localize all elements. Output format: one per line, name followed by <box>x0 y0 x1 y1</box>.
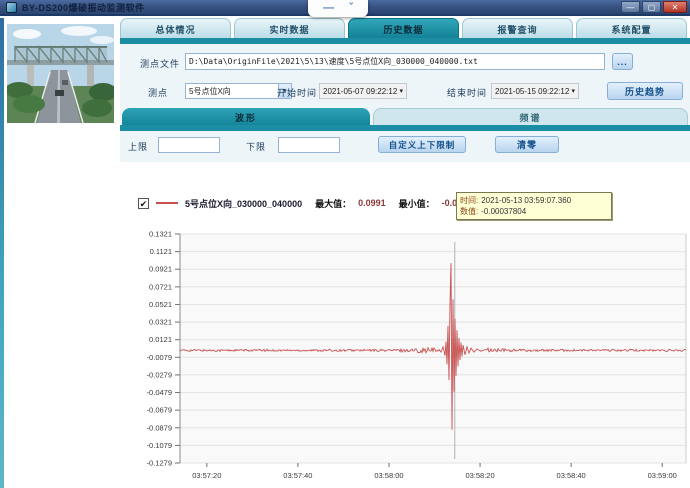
lower-limit-input[interactable] <box>278 137 340 153</box>
lower-limit-label: 下限 <box>246 140 266 153</box>
browse-button[interactable]: ... <box>612 53 633 70</box>
series-checkbox[interactable]: ✔ <box>138 198 149 209</box>
svg-text:03:58:40: 03:58:40 <box>557 471 586 480</box>
tab-system-config[interactable]: 系统配置 <box>576 18 687 39</box>
end-time-arrow-icon[interactable]: ▾ <box>571 87 575 95</box>
svg-text:-0.0479: -0.0479 <box>147 388 172 397</box>
history-data-panel: 测点文件 D:\Data\OriginFile\2021\5\13\速度\5号点… <box>120 44 690 488</box>
background-window-edge <box>0 18 4 488</box>
svg-text:03:58:20: 03:58:20 <box>465 471 494 480</box>
series-legend: ✔ 5号点位X向_030000_040000 最大值： 0.0991 最小值： … <box>138 194 472 212</box>
overlay-toolbar: — ˇ <box>308 0 368 17</box>
history-trend-button[interactable]: 历史趋势 <box>607 82 683 100</box>
upper-limit-label: 上限 <box>128 140 148 153</box>
subtab-waveform[interactable]: 波形 <box>122 108 370 126</box>
file-label: 测点文件 <box>140 57 180 70</box>
point-select-value: 5号点位X向 <box>189 86 231 97</box>
tooltip-value-label: 数值: <box>460 206 478 217</box>
svg-text:-0.0079: -0.0079 <box>147 353 172 362</box>
subtab-spectrum[interactable]: 频谱 <box>373 108 688 126</box>
svg-text:-0.0679: -0.0679 <box>147 406 172 415</box>
max-label: 最大值： <box>315 197 351 210</box>
start-time-picker[interactable]: 2021-05-07 09:22:12 ▾ <box>319 83 407 99</box>
svg-text:03:59:00: 03:59:00 <box>648 471 677 480</box>
svg-text:03:58:00: 03:58:00 <box>374 471 403 480</box>
end-time-picker[interactable]: 2021-05-15 09:22:12 ▾ <box>491 83 579 99</box>
waveform-chart[interactable]: 0.1321 0.1121 0.0921 0.0721 0.0521 0.0321 0.01… <box>120 230 690 486</box>
cursor-tooltip: 时间: 2021-05-13 03:59:07.360 数值: -0.00037… <box>456 192 612 220</box>
start-time-label: 开始时间 <box>277 86 317 99</box>
svg-text:0.0921: 0.0921 <box>149 265 172 274</box>
svg-text:0.1121: 0.1121 <box>150 247 172 256</box>
max-value: 0.0991 <box>358 198 386 208</box>
tab-history-data[interactable]: 历史数据 <box>348 18 459 39</box>
svg-text:0.1321: 0.1321 <box>149 230 172 239</box>
series-name: 5号点位X向_030000_040000 <box>185 197 302 210</box>
app-icon <box>6 2 17 13</box>
upper-limit-input[interactable] <box>158 137 220 153</box>
custom-limits-button[interactable]: 自定义上下限制 <box>378 136 466 153</box>
svg-text:-0.1079: -0.1079 <box>147 441 172 450</box>
subtab-accent-strip <box>120 125 690 131</box>
svg-text:0.0121: 0.0121 <box>149 335 172 344</box>
start-time-value: 2021-05-07 09:22:12 <box>323 87 397 96</box>
svg-text:03:57:40: 03:57:40 <box>283 471 312 480</box>
window-title: BY-DS200爆破振动监测软件 <box>22 1 145 14</box>
close-button[interactable]: ✕ <box>663 1 687 13</box>
bridge-photo <box>7 24 114 123</box>
point-select[interactable]: 5号点位X向 ▾ <box>185 83 292 99</box>
end-time-label: 结束时间 <box>447 86 487 99</box>
svg-text:-0.1279: -0.1279 <box>147 459 172 468</box>
chevron-down-icon[interactable]: ˇ <box>349 1 353 16</box>
end-time-value: 2021-05-15 09:22:12 <box>495 87 569 96</box>
svg-text:0.0721: 0.0721 <box>149 282 172 291</box>
svg-text:0.0321: 0.0321 <box>149 318 172 327</box>
svg-text:-0.0279: -0.0279 <box>147 370 172 379</box>
overlay-minimize-icon[interactable]: — <box>323 1 334 16</box>
main-tab-bar: 总体情况 实时数据 历史数据 报警查询 系统配置 <box>120 18 690 39</box>
min-label: 最小值： <box>399 197 435 210</box>
svg-text:03:57:20: 03:57:20 <box>192 471 221 480</box>
point-label: 测点 <box>148 86 168 99</box>
window-controls: — ▢ ✕ <box>621 1 687 13</box>
tooltip-value-value: -0.00037804 <box>481 206 526 217</box>
svg-text:-0.0879: -0.0879 <box>147 423 172 432</box>
tab-alarm-query[interactable]: 报警查询 <box>462 18 573 39</box>
tab-overall[interactable]: 总体情况 <box>120 18 231 39</box>
maximize-button[interactable]: ▢ <box>642 1 661 13</box>
file-path-input[interactable]: D:\Data\OriginFile\2021\5\13\速度\5号点位X向_0… <box>185 53 605 70</box>
tab-realtime-data[interactable]: 实时数据 <box>234 18 345 39</box>
series-color-dash <box>156 202 178 204</box>
tooltip-time-label: 时间: <box>460 195 478 206</box>
minimize-button[interactable]: — <box>621 1 640 13</box>
tooltip-time-value: 2021-05-13 03:59:07.360 <box>481 195 571 206</box>
start-time-arrow-icon[interactable]: ▾ <box>399 87 403 95</box>
clear-button[interactable]: 清零 <box>495 136 559 153</box>
svg-text:0.0521: 0.0521 <box>149 300 172 309</box>
